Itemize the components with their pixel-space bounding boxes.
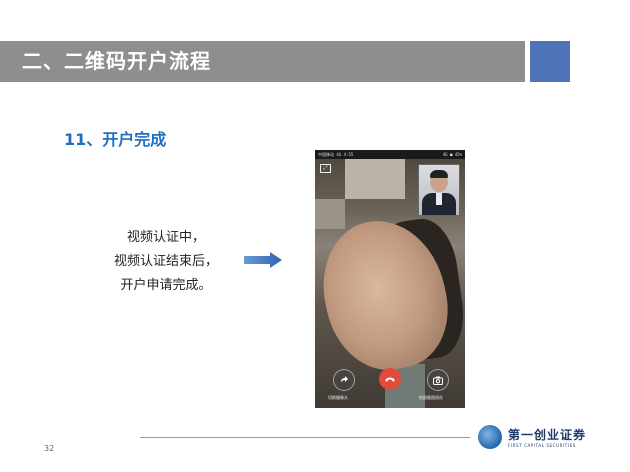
logo-english-name: FIRST CAPITAL SECURITIES: [508, 443, 576, 448]
minimize-icon[interactable]: ⤢: [320, 164, 331, 173]
step-title: 11、开户完成: [64, 130, 167, 149]
hangup-button[interactable]: [379, 368, 401, 390]
logo-emblem-icon: [478, 425, 502, 449]
hangup-phone-icon: [385, 377, 395, 382]
status-right-text: 4G ■ 45%: [442, 152, 462, 157]
logo-chinese-name: 第一创业证券: [508, 428, 587, 442]
phone-status-bar: 中国移动 4G 4:55 4G ■ 45%: [315, 150, 465, 159]
right-arrow-icon: [244, 252, 282, 268]
description-line: 开户申请完成。: [120, 278, 212, 293]
agent-video-pip[interactable]: [418, 164, 460, 216]
background-wall: [345, 159, 405, 199]
screenshot-button[interactable]: [427, 369, 449, 391]
footer-divider: [140, 437, 470, 438]
phone-screenshot: 中国移动 4G 4:55 4G ■ 45% ⤢ 切换摄像头 拍照截图保存: [315, 150, 465, 408]
status-left-text: 中国移动 4G 4:55: [318, 152, 354, 157]
company-logo: 第一创业证券 FIRST CAPITAL SECURITIES: [478, 424, 618, 454]
section-title: 二、二维码开户流程: [22, 49, 211, 73]
description-line: 视频认证中，: [126, 230, 205, 245]
section-header: 二、二维码开户流程: [0, 41, 525, 82]
switch-camera-label: 切换摄像头: [328, 395, 348, 400]
agent-hair: [430, 170, 448, 178]
switch-camera-button[interactable]: [333, 369, 355, 391]
description-line: 视频认证结束后，: [113, 254, 218, 269]
background-wall: [315, 199, 345, 229]
step-description: 视频认证中， 视频认证结束后， 开户申请完成。: [96, 226, 236, 298]
screenshot-label: 拍照截图保存: [419, 395, 443, 400]
header-accent-block: [530, 41, 570, 82]
switch-camera-icon: [341, 376, 348, 382]
camera-icon: [433, 376, 443, 385]
page-number: 32: [44, 444, 55, 453]
agent-shirt: [436, 193, 442, 205]
